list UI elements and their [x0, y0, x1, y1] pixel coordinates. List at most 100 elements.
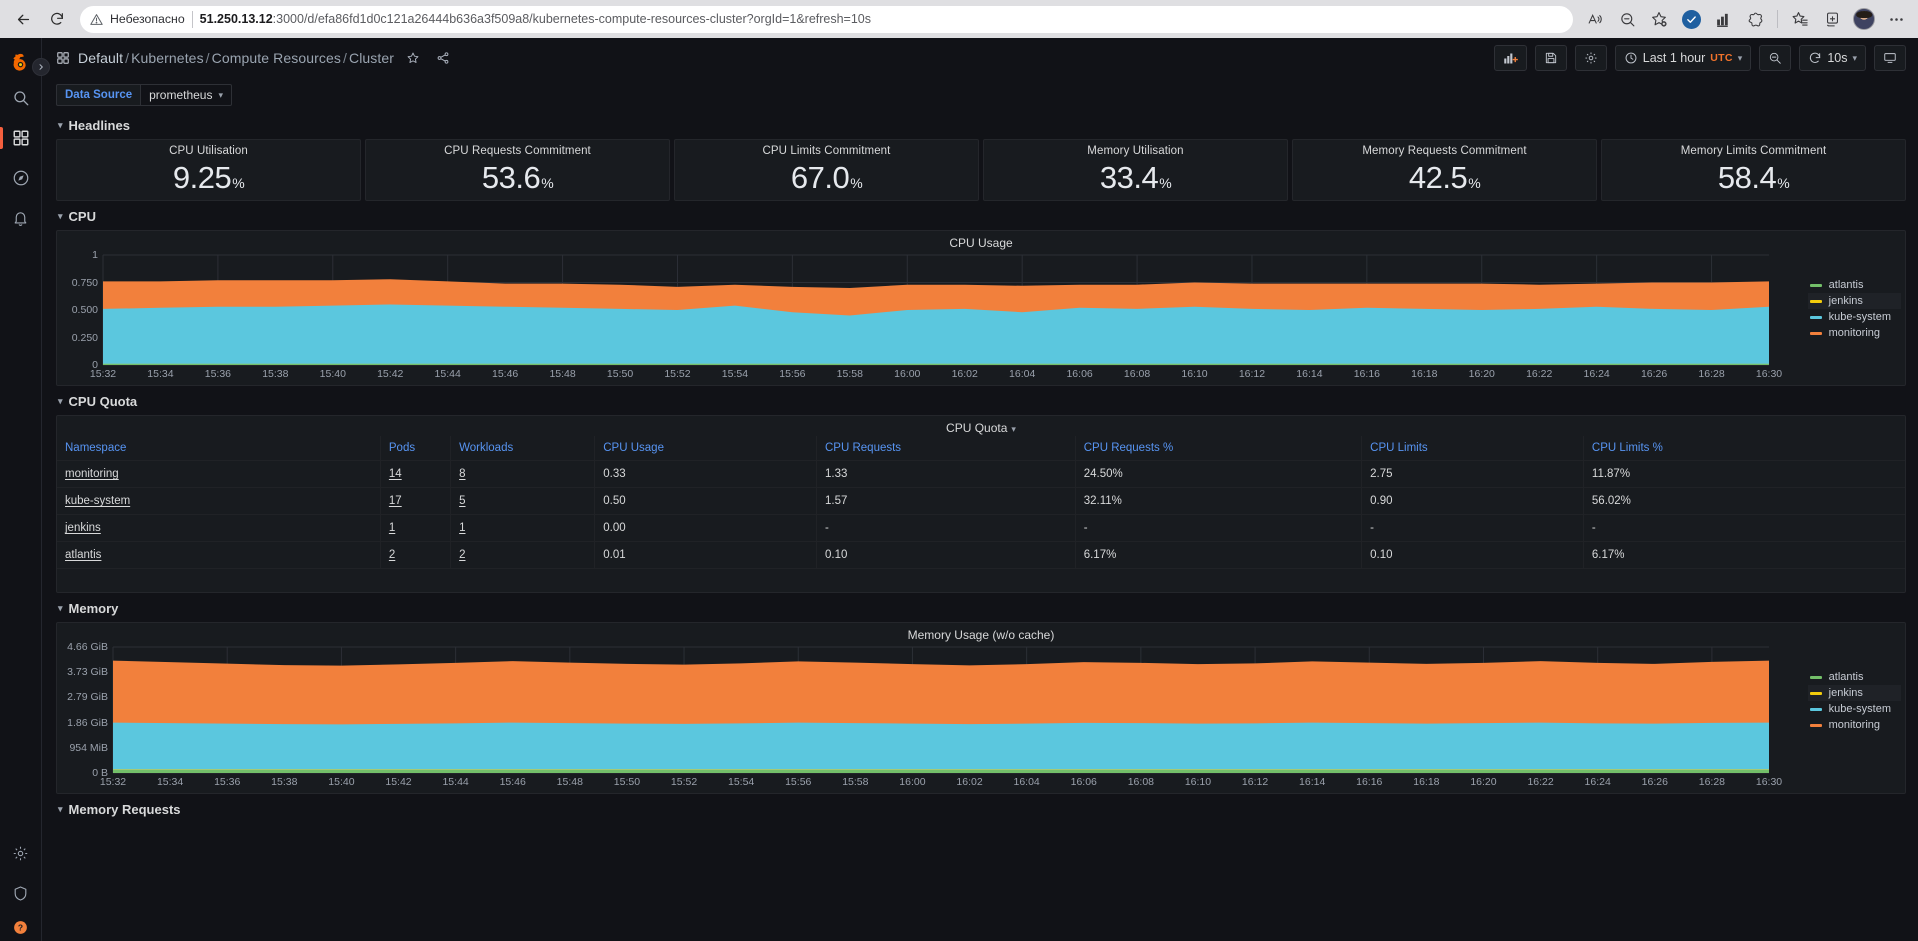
sidebar-item-alerting[interactable] [0, 198, 42, 238]
link-namespace[interactable]: atlantis [65, 549, 101, 561]
dashboard-settings-button[interactable] [1574, 45, 1607, 71]
column-header-cpu-requests[interactable]: CPU Requests % [1075, 436, 1363, 461]
row-header-memory-requests[interactable]: ▾ Memory Requests [58, 797, 1906, 821]
link-workloads[interactable]: 8 [459, 468, 465, 480]
row-header-headlines[interactable]: ▾ Headlines [58, 113, 1906, 137]
link-pods[interactable]: 14 [389, 468, 402, 480]
split-screen-icon[interactable] [1818, 5, 1846, 33]
memory-usage-graph[interactable]: 0 B 954 MiB 1.86 GiB 2.79 GiB 3.73 GiB 4.66 G… [57, 641, 1905, 791]
link-namespace[interactable]: kube-system [65, 495, 130, 507]
browser-essentials-icon[interactable] [1741, 5, 1769, 33]
link-pods[interactable]: 1 [389, 522, 395, 534]
favorites-list-icon[interactable] [1786, 5, 1814, 33]
breadcrumb-compute-resources[interactable]: Compute Resources [212, 50, 341, 66]
cell-namespace[interactable]: jenkins [57, 514, 381, 542]
legend-item[interactable]: jenkins [1807, 293, 1901, 309]
row-header-memory[interactable]: ▾ Memory [58, 596, 1906, 620]
legend-item[interactable]: monitoring [1808, 325, 1901, 341]
cell-namespace[interactable]: monitoring [57, 460, 381, 488]
memory-usage-legend[interactable]: atlantis jenkins kube-system monitoring [1807, 669, 1901, 733]
sidebar-item-help[interactable]: ? [0, 913, 42, 941]
x-tick-label: 16:30 [1755, 776, 1783, 788]
kiosk-mode-button[interactable] [1874, 45, 1906, 71]
breadcrumb-kubernetes[interactable]: Kubernetes [131, 50, 204, 66]
stat-panel-cpu-requests-commitment[interactable]: CPU Requests Commitment 53.6% [365, 139, 670, 201]
column-header-pods[interactable]: Pods [380, 436, 452, 461]
x-tick-label: 16:20 [1470, 776, 1497, 788]
address-bar[interactable]: Небезопасно 51.250.13.12:3000/d/efa86fd1… [80, 5, 1573, 33]
read-aloud-icon[interactable] [1581, 5, 1609, 33]
add-favorite-icon[interactable] [1645, 5, 1673, 33]
panel-cpu-quota[interactable]: CPU Quota ▾ Namespace Pods Workloads CPU Usa… [56, 415, 1906, 593]
stat-panel-cpu-limits-commitment[interactable]: CPU Limits Commitment 67.0% [674, 139, 979, 201]
row-header-cpu-quota[interactable]: ▾ CPU Quota [58, 389, 1906, 413]
column-header-workloads[interactable]: Workloads [450, 436, 596, 461]
link-namespace[interactable]: jenkins [65, 522, 101, 534]
cell-workloads[interactable]: 1 [450, 514, 596, 542]
profile-avatar[interactable] [1850, 5, 1878, 33]
legend-item[interactable]: kube-system [1808, 309, 1901, 325]
cell-workloads[interactable]: 8 [450, 460, 596, 488]
breadcrumb[interactable]: Default / Kubernetes / Compute Resources / Clu… [78, 50, 394, 66]
breadcrumb-cluster[interactable]: Cluster [349, 50, 394, 66]
legend-item[interactable]: kube-system [1808, 701, 1901, 717]
cell-pods[interactable]: 1 [380, 514, 452, 542]
add-panel-button[interactable] [1493, 45, 1527, 71]
reload-icon[interactable] [42, 4, 72, 34]
collections-icon[interactable] [1709, 5, 1737, 33]
stat-panel-memory-utilisation[interactable]: Memory Utilisation 33.4% [983, 139, 1288, 201]
datasource-variable-select[interactable]: prometheus ▾ [140, 84, 233, 106]
sidebar-item-explore[interactable] [0, 158, 42, 198]
sidebar-item-server-admin[interactable] [0, 873, 42, 913]
row-header-cpu[interactable]: ▾ CPU [58, 204, 1906, 228]
link-namespace[interactable]: monitoring [65, 468, 119, 480]
cell-cpu-limits: - [1361, 514, 1584, 542]
back-arrow-icon[interactable] [8, 4, 38, 34]
stat-panel-cpu-utilisation[interactable]: CPU Utilisation 9.25% [56, 139, 361, 201]
panel-menu-chevron-icon[interactable]: ▾ [1011, 424, 1016, 434]
cell-namespace[interactable]: atlantis [57, 541, 381, 569]
cell-workloads[interactable]: 5 [450, 487, 596, 515]
star-icon[interactable] [406, 51, 420, 65]
column-header-cpu-usage[interactable]: CPU Usage [594, 436, 817, 461]
sidebar-item-configuration[interactable] [0, 833, 42, 873]
link-pods[interactable]: 17 [389, 495, 402, 507]
legend-item[interactable]: atlantis [1808, 277, 1901, 293]
column-header-cpu-requests[interactable]: CPU Requests [816, 436, 1076, 461]
sidebar-item-dashboards[interactable] [0, 118, 42, 158]
time-range-picker[interactable]: Last 1 hour UTC ▾ [1614, 45, 1752, 71]
row-title-memory: Memory [68, 600, 119, 616]
zoom-out-icon[interactable] [1613, 5, 1641, 33]
share-icon[interactable] [436, 51, 450, 65]
legend-item[interactable]: atlantis [1808, 669, 1901, 685]
panel-cpu-usage[interactable]: CPU Usage 0 0.250 0.500 0.750 1 15:32 15:34 15… [56, 230, 1906, 386]
cpu-usage-legend[interactable]: atlantis jenkins kube-system monitoring [1807, 277, 1901, 341]
stat-panel-memory-limits-commitment[interactable]: Memory Limits Commitment 58.4% [1601, 139, 1906, 201]
cell-pods[interactable]: 2 [380, 541, 452, 569]
tracking-prevention-icon[interactable] [1677, 5, 1705, 33]
column-header-namespace[interactable]: Namespace [57, 436, 381, 461]
breadcrumb-default[interactable]: Default [78, 50, 123, 66]
panel-memory-usage[interactable]: Memory Usage (w/o cache) 0 B 954 MiB 1.86 … [56, 622, 1906, 794]
refresh-picker[interactable]: 10s ▾ [1799, 45, 1866, 71]
link-pods[interactable]: 2 [389, 549, 395, 561]
save-dashboard-button[interactable] [1534, 45, 1567, 71]
column-header-cpu-limits[interactable]: CPU Limits % [1583, 436, 1905, 461]
stat-value: 67.0 [790, 160, 850, 195]
expand-menu-chevron-icon[interactable] [32, 58, 50, 76]
stat-panel-memory-requests-commitment[interactable]: Memory Requests Commitment 42.5% [1292, 139, 1597, 201]
cell-pods[interactable]: 17 [380, 487, 452, 515]
column-header-cpu-limits[interactable]: CPU Limits [1361, 436, 1584, 461]
settings-and-more-icon[interactable] [1882, 5, 1910, 33]
cell-namespace[interactable]: kube-system [57, 487, 381, 515]
cell-pods[interactable]: 14 [380, 460, 452, 488]
cell-workloads[interactable]: 2 [450, 541, 596, 569]
legend-item[interactable]: monitoring [1808, 717, 1901, 733]
link-workloads[interactable]: 1 [459, 522, 465, 534]
zoom-out-time-button[interactable] [1759, 45, 1792, 71]
legend-item[interactable]: jenkins [1807, 685, 1901, 701]
link-workloads[interactable]: 5 [459, 495, 465, 507]
link-workloads[interactable]: 2 [459, 549, 465, 561]
cpu-usage-graph[interactable]: 0 0.250 0.500 0.750 1 15:32 15:34 15:36 15:38 15… [57, 249, 1905, 383]
sidebar-item-search[interactable] [0, 78, 42, 118]
